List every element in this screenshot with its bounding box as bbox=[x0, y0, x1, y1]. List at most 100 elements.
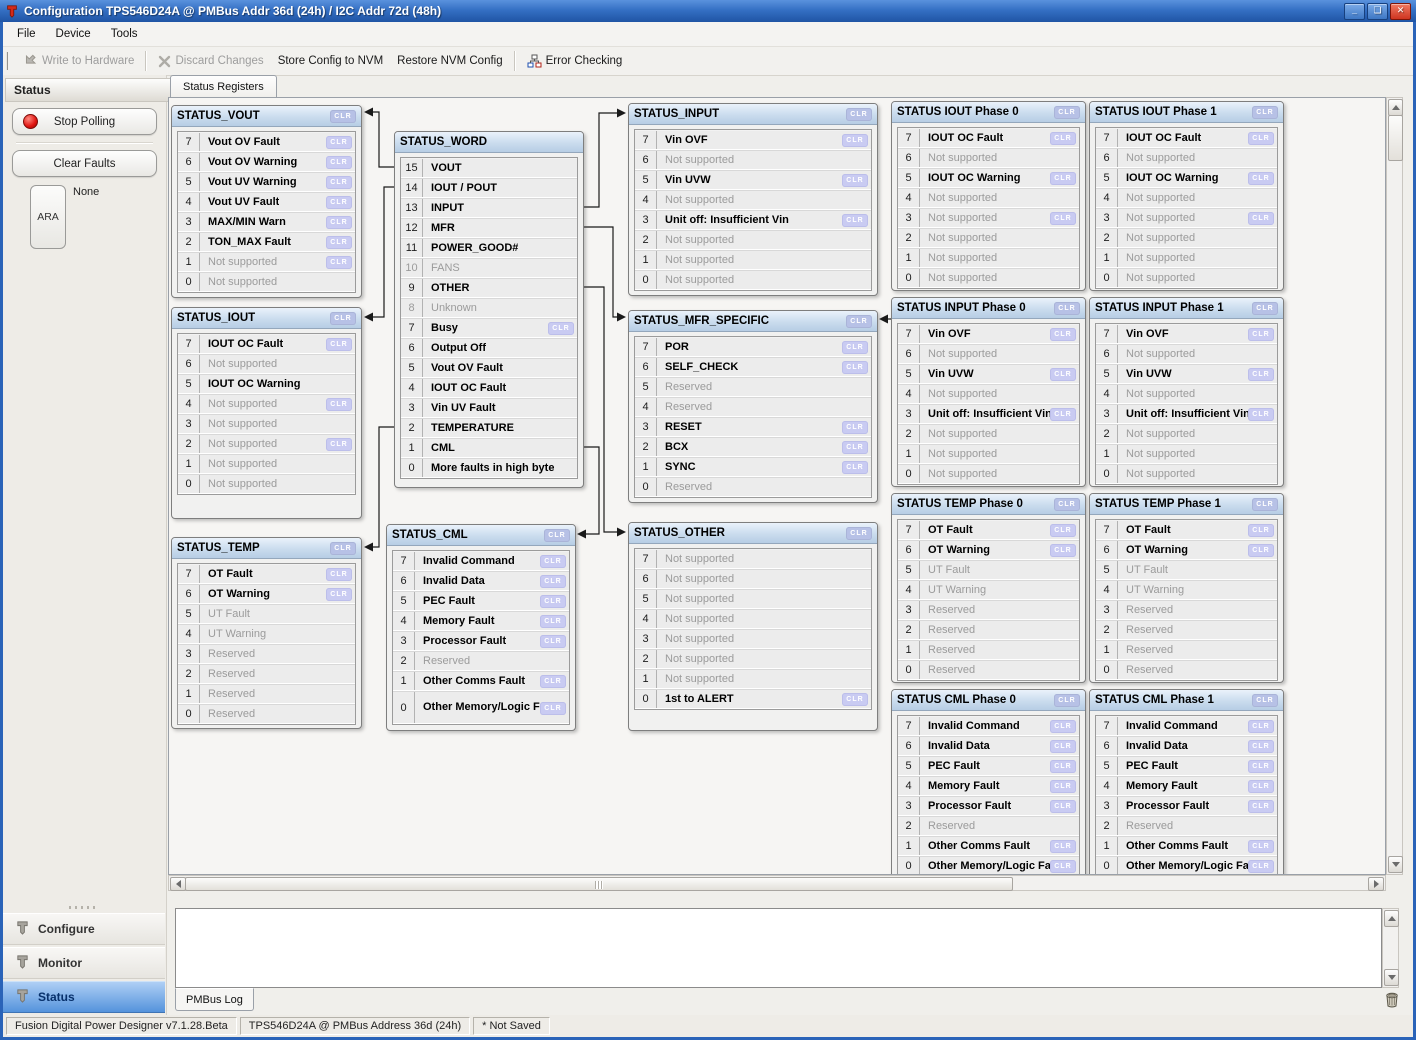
minimize-button[interactable]: _ bbox=[1344, 3, 1365, 20]
panel-clr-button[interactable]: CLR bbox=[330, 542, 356, 555]
clr-button[interactable]: CLR bbox=[1050, 740, 1076, 753]
clr-button[interactable]: CLR bbox=[1248, 212, 1274, 225]
panel-clr-button[interactable]: CLR bbox=[846, 315, 872, 328]
clr-button[interactable]: CLR bbox=[540, 635, 566, 648]
clr-button[interactable]: CLR bbox=[326, 196, 352, 209]
panel-clr-button[interactable]: CLR bbox=[1054, 498, 1080, 511]
log-vertical-scrollbar[interactable] bbox=[1382, 908, 1399, 988]
panel-clr-button[interactable]: CLR bbox=[1252, 302, 1278, 315]
clr-button[interactable]: CLR bbox=[1050, 172, 1076, 185]
nav-monitor-button[interactable]: Monitor bbox=[3, 947, 165, 979]
scroll-down-button[interactable] bbox=[1388, 856, 1403, 873]
clr-button[interactable]: CLR bbox=[1050, 132, 1076, 145]
clr-button[interactable]: CLR bbox=[842, 214, 868, 227]
clr-button[interactable]: CLR bbox=[548, 322, 574, 335]
clr-button[interactable]: CLR bbox=[540, 615, 566, 628]
clear-log-trash-icon[interactable] bbox=[1384, 991, 1400, 1008]
clr-button[interactable]: CLR bbox=[1248, 840, 1274, 853]
tab-status-registers[interactable]: Status Registers bbox=[170, 75, 277, 97]
menu-tools[interactable]: Tools bbox=[101, 25, 148, 43]
write-to-hardware-button[interactable]: Write to Hardware bbox=[16, 51, 141, 71]
close-button[interactable]: ✕ bbox=[1390, 3, 1411, 20]
tab-pmbus-log[interactable]: PMBus Log bbox=[175, 988, 254, 1011]
registers-horizontal-scrollbar[interactable] bbox=[168, 875, 1386, 891]
pmbus-log-area[interactable] bbox=[175, 908, 1382, 988]
clr-button[interactable]: CLR bbox=[1248, 800, 1274, 813]
clr-button[interactable]: CLR bbox=[326, 568, 352, 581]
error-checking-button[interactable]: Error Checking bbox=[520, 51, 630, 71]
clr-button[interactable]: CLR bbox=[1050, 328, 1076, 341]
stop-polling-button[interactable]: Stop Polling bbox=[12, 108, 157, 135]
clr-button[interactable]: CLR bbox=[540, 702, 566, 715]
panel-clr-button[interactable]: CLR bbox=[330, 110, 356, 123]
clr-button[interactable]: CLR bbox=[1050, 212, 1076, 225]
panel-clr-button[interactable]: CLR bbox=[1054, 106, 1080, 119]
maximize-button[interactable]: ❏ bbox=[1367, 3, 1388, 20]
panel-clr-button[interactable]: CLR bbox=[846, 527, 872, 540]
clr-button[interactable]: CLR bbox=[326, 136, 352, 149]
scroll-right-button[interactable] bbox=[1368, 877, 1384, 891]
clr-button[interactable]: CLR bbox=[842, 441, 868, 454]
clr-button[interactable]: CLR bbox=[1248, 524, 1274, 537]
clr-button[interactable]: CLR bbox=[326, 236, 352, 249]
horizontal-scroll-thumb[interactable] bbox=[185, 877, 1013, 891]
clr-button[interactable]: CLR bbox=[1050, 720, 1076, 733]
clr-button[interactable]: CLR bbox=[842, 134, 868, 147]
clr-button[interactable]: CLR bbox=[326, 588, 352, 601]
clr-button[interactable]: CLR bbox=[842, 461, 868, 474]
splitter-handle[interactable] bbox=[69, 906, 99, 909]
clr-button[interactable]: CLR bbox=[1248, 368, 1274, 381]
log-scroll-up-button[interactable] bbox=[1384, 910, 1399, 927]
nav-status-button[interactable]: Status bbox=[3, 981, 165, 1013]
panel-clr-button[interactable]: CLR bbox=[846, 108, 872, 121]
menu-device[interactable]: Device bbox=[46, 25, 101, 43]
clr-button[interactable]: CLR bbox=[1050, 780, 1076, 793]
clr-button[interactable]: CLR bbox=[540, 675, 566, 688]
clr-button[interactable]: CLR bbox=[1248, 760, 1274, 773]
clr-button[interactable]: CLR bbox=[1050, 860, 1076, 873]
clr-button[interactable]: CLR bbox=[1248, 780, 1274, 793]
clr-button[interactable]: CLR bbox=[540, 575, 566, 588]
ara-button[interactable]: ARA bbox=[30, 185, 66, 249]
clr-button[interactable]: CLR bbox=[540, 555, 566, 568]
panel-clr-button[interactable]: CLR bbox=[1054, 694, 1080, 707]
clear-faults-button[interactable]: Clear Faults bbox=[12, 150, 157, 177]
log-scroll-down-button[interactable] bbox=[1384, 969, 1399, 986]
clr-button[interactable]: CLR bbox=[326, 398, 352, 411]
clr-button[interactable]: CLR bbox=[1248, 740, 1274, 753]
scroll-up-button[interactable] bbox=[1388, 99, 1403, 116]
clr-button[interactable]: CLR bbox=[326, 176, 352, 189]
clr-button[interactable]: CLR bbox=[326, 338, 352, 351]
clr-button[interactable]: CLR bbox=[326, 256, 352, 269]
panel-clr-button[interactable]: CLR bbox=[330, 312, 356, 325]
clr-button[interactable]: CLR bbox=[326, 438, 352, 451]
clr-button[interactable]: CLR bbox=[1248, 328, 1274, 341]
clr-button[interactable]: CLR bbox=[1248, 172, 1274, 185]
panel-clr-button[interactable]: CLR bbox=[1252, 498, 1278, 511]
registers-vertical-scrollbar[interactable] bbox=[1386, 97, 1403, 875]
menu-file[interactable]: File bbox=[7, 25, 46, 43]
vertical-scroll-thumb[interactable] bbox=[1388, 115, 1403, 161]
clr-button[interactable]: CLR bbox=[326, 156, 352, 169]
clr-button[interactable]: CLR bbox=[1050, 524, 1076, 537]
clr-button[interactable]: CLR bbox=[1050, 544, 1076, 557]
clr-button[interactable]: CLR bbox=[1248, 408, 1274, 421]
clr-button[interactable]: CLR bbox=[842, 361, 868, 374]
clr-button[interactable]: CLR bbox=[1050, 800, 1076, 813]
clr-button[interactable]: CLR bbox=[1248, 544, 1274, 557]
clr-button[interactable]: CLR bbox=[540, 595, 566, 608]
clr-button[interactable]: CLR bbox=[1050, 840, 1076, 853]
nav-configure-button[interactable]: Configure bbox=[3, 913, 165, 945]
clr-button[interactable]: CLR bbox=[1050, 760, 1076, 773]
scroll-left-button[interactable] bbox=[170, 877, 186, 891]
clr-button[interactable]: CLR bbox=[1248, 720, 1274, 733]
clr-button[interactable]: CLR bbox=[842, 341, 868, 354]
clr-button[interactable]: CLR bbox=[842, 693, 868, 706]
clr-button[interactable]: CLR bbox=[842, 174, 868, 187]
clr-button[interactable]: CLR bbox=[1050, 408, 1076, 421]
clr-button[interactable]: CLR bbox=[1050, 368, 1076, 381]
restore-nvm-config-button[interactable]: Restore NVM Config bbox=[390, 52, 509, 70]
clr-button[interactable]: CLR bbox=[842, 421, 868, 434]
clr-button[interactable]: CLR bbox=[1248, 132, 1274, 145]
panel-clr-button[interactable]: CLR bbox=[1252, 694, 1278, 707]
